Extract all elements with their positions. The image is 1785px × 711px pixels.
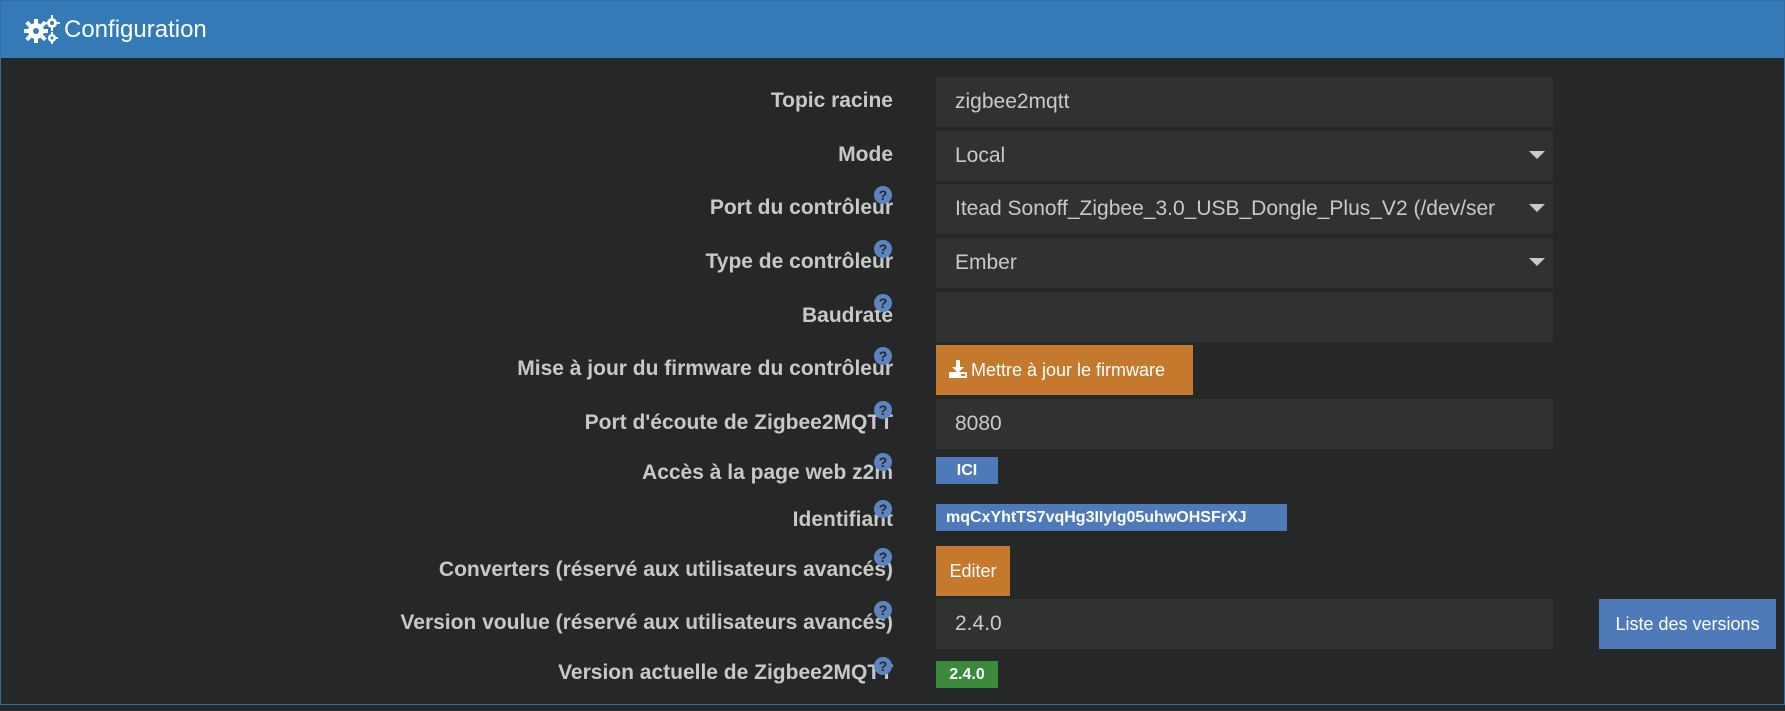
mode-select[interactable]: Local — [936, 131, 1553, 181]
port-controleur-label: Port du contrôleur — [709, 196, 893, 219]
update-firmware-label: Mettre à jour le firmware — [971, 360, 1166, 380]
mode-label: Mode — [838, 143, 893, 166]
type-controleur-select-value: Ember — [955, 251, 1017, 274]
port-controleur-select[interactable]: Itead Sonoff_Zigbee_3.0_USB_Dongle_Plus_… — [936, 184, 1553, 234]
help-icon[interactable]: ? — [874, 186, 892, 204]
type-controleur-select[interactable]: Ember — [936, 238, 1553, 288]
web-page-link[interactable]: ICI — [936, 457, 998, 484]
row-baudrate: Baudrate ? — [1, 292, 1785, 342]
topic-racine-label: Topic racine — [770, 89, 893, 112]
version-actuelle-label: Version actuelle de Zigbee2MQTT — [558, 661, 893, 684]
version-voulue-label: Version voulue (réservé aux utilisateurs… — [400, 611, 893, 634]
edit-converters-button[interactable]: Editer — [936, 546, 1010, 596]
help-icon[interactable]: ? — [874, 347, 892, 365]
acces-web-label: Accès à la page web z2m — [642, 461, 893, 484]
row-topic-racine: Topic racine zigbee2mqtt — [1, 77, 1785, 127]
row-firmware: Mise à jour du firmware du contrôleur ? … — [1, 345, 1785, 395]
caret-down-icon — [1529, 204, 1545, 212]
help-icon[interactable]: ? — [874, 601, 892, 619]
help-icon[interactable]: ? — [874, 294, 892, 312]
help-icon[interactable]: ? — [874, 453, 892, 471]
row-acces-web: Accès à la page web z2m ? ICI — [1, 453, 1785, 507]
row-version-voulue: Version voulue (réservé aux utilisateurs… — [1, 599, 1785, 649]
converters-label: Converters (réservé aux utilisateurs ava… — [438, 558, 893, 581]
row-port-ecoute: Port d'écoute de Zigbee2MQTT ? 8080 — [1, 399, 1785, 449]
update-firmware-button[interactable]: Mettre à jour le firmware — [936, 345, 1193, 395]
list-versions-button[interactable]: Liste des versions — [1599, 599, 1776, 649]
download-icon — [949, 360, 967, 378]
gears-icon — [24, 14, 60, 44]
row-converters: Converters (réservé aux utilisateurs ava… — [1, 546, 1785, 596]
row-version-actuelle: Version actuelle de Zigbee2MQTT ? 2.4.0 — [1, 657, 1785, 711]
help-icon[interactable]: ? — [874, 401, 892, 419]
type-controleur-label: Type de contrôleur — [705, 250, 893, 273]
panel-title: Configuration — [64, 16, 207, 43]
firmware-label: Mise à jour du firmware du contrôleur — [517, 357, 893, 380]
row-type-controleur: Type de contrôleur ? Ember — [1, 238, 1785, 288]
caret-down-icon — [1529, 258, 1545, 266]
row-mode: Mode Local — [1, 131, 1785, 181]
identifiant-badge: mqCxYhtTS7vqHg3IIyIg05uhwOHSFrXJ — [936, 504, 1287, 531]
version-actuelle-badge: 2.4.0 — [936, 661, 998, 688]
version-voulue-input[interactable]: 2.4.0 — [936, 599, 1553, 649]
help-icon[interactable]: ? — [874, 240, 892, 258]
port-controleur-select-value: Itead Sonoff_Zigbee_3.0_USB_Dongle_Plus_… — [955, 197, 1496, 220]
caret-down-icon — [1529, 151, 1545, 159]
row-port-controleur: Port du contrôleur ? Itead Sonoff_Zigbee… — [1, 184, 1785, 234]
help-icon[interactable]: ? — [874, 657, 892, 675]
topic-racine-input[interactable]: zigbee2mqtt — [936, 77, 1553, 127]
configuration-panel: Configuration Topic racine zigbee2mqtt M… — [0, 0, 1785, 705]
port-ecoute-input[interactable]: 8080 — [936, 399, 1553, 449]
help-icon[interactable]: ? — [874, 500, 892, 518]
port-ecoute-label: Port d'écoute de Zigbee2MQTT — [584, 411, 893, 434]
baudrate-input[interactable] — [936, 292, 1553, 342]
mode-select-value: Local — [955, 144, 1006, 167]
panel-header: Configuration — [1, 1, 1784, 58]
help-icon[interactable]: ? — [874, 548, 892, 566]
